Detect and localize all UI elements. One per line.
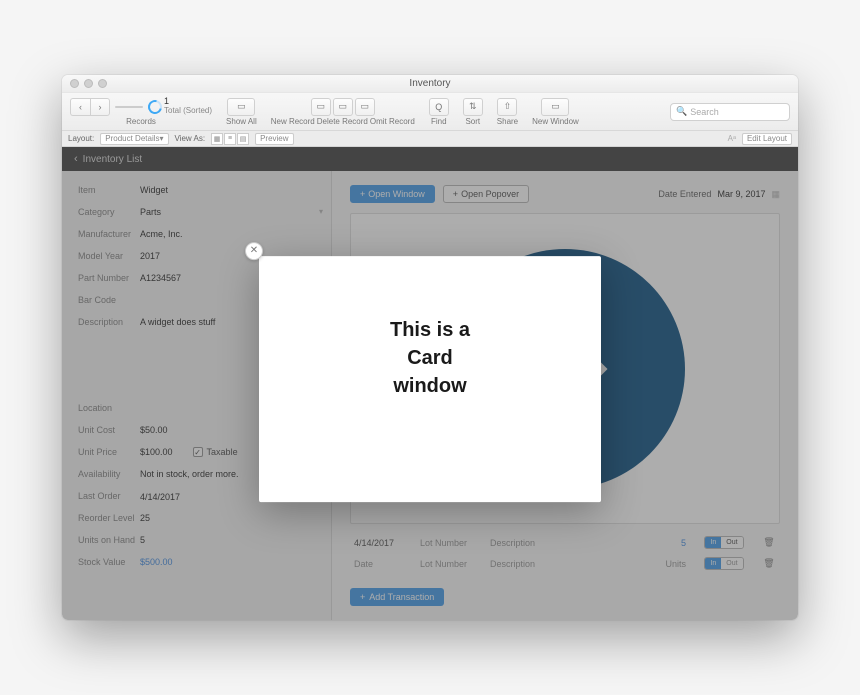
content: ‹ Inventory List ItemWidget CategoryPart… — [62, 147, 798, 620]
toolbar: ‹ › 1 Total (Sorted) Records ▭ Show All … — [62, 93, 798, 131]
delete-record-button[interactable]: ▭ — [333, 98, 353, 116]
card-window: ✕ This is a Card window — [259, 256, 601, 502]
titlebar: Inventory — [62, 75, 798, 93]
view-form-icon[interactable]: ▦ — [211, 133, 223, 145]
format-bar: Layout: Product Details ▾ View As: ▦ ≡ ▤… — [62, 131, 798, 147]
find-button[interactable]: Q — [429, 98, 449, 116]
records-pie-icon — [145, 97, 164, 116]
view-list-icon[interactable]: ≡ — [224, 133, 236, 145]
show-all-button[interactable]: ▭ — [227, 98, 255, 116]
app-window: Inventory ‹ › 1 Total (Sorted) Records ▭… — [62, 75, 798, 620]
search-input[interactable]: 🔍 Search — [670, 103, 790, 121]
text-size-icon[interactable]: Aᵃ — [728, 134, 736, 143]
records-label: Records — [126, 117, 156, 126]
prev-record-button[interactable]: ‹ — [70, 98, 90, 116]
record-slider[interactable] — [115, 106, 143, 108]
preview-button[interactable]: Preview — [255, 133, 293, 145]
new-record-button[interactable]: ▭ — [311, 98, 331, 116]
edit-layout-button[interactable]: Edit Layout — [742, 133, 792, 145]
close-card-button[interactable]: ✕ — [245, 242, 263, 260]
share-button[interactable]: ⇧ — [497, 98, 517, 116]
next-record-button[interactable]: › — [90, 98, 110, 116]
new-window-button[interactable]: ▭ — [541, 98, 569, 116]
view-table-icon[interactable]: ▤ — [237, 133, 249, 145]
search-icon: 🔍 — [676, 106, 687, 117]
omit-record-button[interactable]: ▭ — [355, 98, 375, 116]
window-title: Inventory — [62, 78, 798, 89]
card-message: This is a Card window — [390, 316, 470, 400]
sort-button[interactable]: ⇅ — [463, 98, 483, 116]
layout-selector[interactable]: Product Details ▾ — [100, 133, 168, 145]
record-status: Total (Sorted) — [164, 107, 212, 116]
